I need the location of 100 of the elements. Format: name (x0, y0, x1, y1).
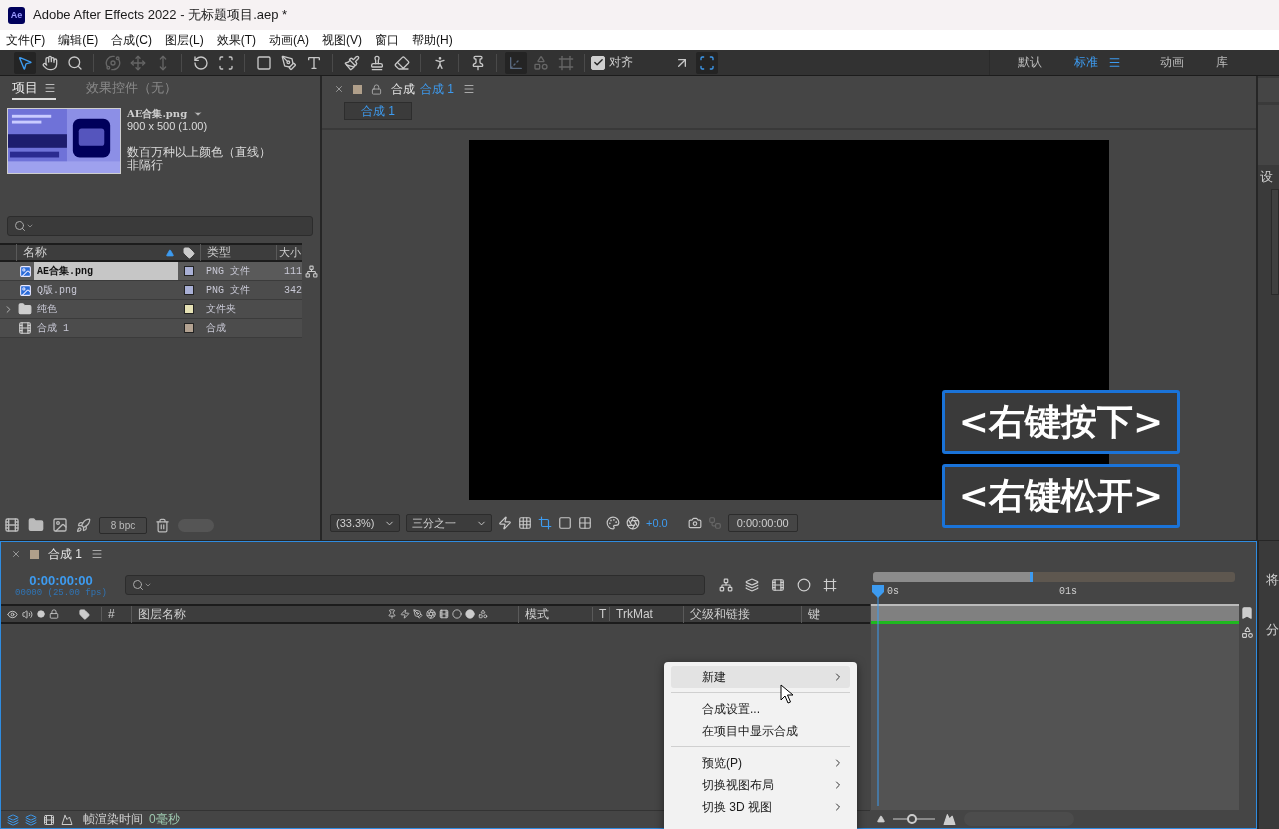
workspace-tab[interactable]: 动画 (1160, 54, 1216, 71)
item-type: 合成 (205, 322, 227, 335)
label-swatch (353, 84, 362, 94)
label-swatch[interactable] (184, 304, 194, 314)
layers-icon[interactable] (745, 578, 759, 592)
panel-tab[interactable]: 项目 (12, 78, 56, 100)
mouse-cursor-icon (780, 684, 796, 704)
lock-icon[interactable] (371, 83, 382, 95)
search-field[interactable] (125, 575, 705, 595)
menu-item[interactable]: 窗口 (375, 31, 399, 49)
column-header[interactable]: 模式 (518, 605, 592, 623)
ruler-label: 01s (1059, 586, 1078, 597)
flowchart-icon[interactable] (719, 578, 733, 592)
marker-icon[interactable] (1240, 606, 1254, 620)
menu-item[interactable]: 在项目中显示合成 (671, 720, 850, 742)
menu-item[interactable]: 图层(L) (165, 31, 204, 49)
column-header[interactable]: 类型 (200, 244, 276, 261)
speaker-icon[interactable] (22, 608, 33, 620)
timecode-field[interactable]: 0:00:00:00 (727, 514, 798, 532)
label-icon[interactable] (79, 608, 90, 620)
resolution-dropdown[interactable]: 三分之一 (406, 514, 492, 532)
camera-icon[interactable] (687, 516, 702, 530)
bit-depth-button[interactable]: 8 bpc (99, 516, 147, 534)
menu-item[interactable]: 动画(A) (269, 31, 309, 49)
eye-icon[interactable] (7, 608, 18, 620)
menu-icon[interactable] (44, 82, 56, 94)
zoom-in-icon[interactable] (943, 812, 956, 826)
menu-item[interactable]: 视图(V) (322, 31, 362, 49)
slider-thumb[interactable] (907, 814, 918, 824)
close-icon[interactable] (11, 549, 21, 559)
menu-item[interactable]: 切换视图布局 (671, 774, 850, 796)
menu-icon[interactable] (1108, 56, 1121, 69)
menu-item[interactable]: 切换 3D 视图 (671, 796, 850, 818)
render-time-value: 0毫秒 (149, 811, 180, 828)
project-item-row[interactable]: 合成 1 合成 (0, 319, 302, 338)
transparency-grid-icon[interactable] (518, 516, 532, 530)
close-icon[interactable] (334, 84, 344, 94)
project-item-row[interactable]: AE合集.png PNG 文件 111 (0, 262, 302, 281)
workspace-tab[interactable]: 默认 (1018, 54, 1074, 71)
menu-item[interactable]: 帮助(H) (412, 31, 453, 49)
folder-icon[interactable] (28, 517, 44, 533)
layers-icon[interactable] (7, 813, 19, 826)
channels-icon[interactable] (606, 516, 620, 530)
menu-item[interactable]: 效果(T) (216, 31, 256, 49)
label-swatch[interactable] (184, 285, 194, 295)
rocket-icon[interactable] (76, 517, 91, 533)
project-item-row[interactable]: 纯色 文件夹 (0, 300, 302, 319)
dropdown-icon[interactable] (193, 109, 204, 119)
workspace-tab[interactable]: 库 (1216, 54, 1272, 71)
dashed-frame-icon[interactable] (695, 51, 718, 74)
column-header[interactable]: 名称 (16, 244, 178, 261)
column-header[interactable]: 键 (801, 605, 851, 623)
label-swatch (30, 549, 39, 559)
image-file-icon (18, 283, 32, 297)
solo-icon[interactable] (37, 610, 45, 618)
label-swatch[interactable] (184, 266, 194, 276)
column-header[interactable]: 大小 (276, 245, 302, 260)
graph-editor-icon[interactable] (823, 578, 837, 592)
viewer-label: 合成 (391, 80, 415, 98)
zoom-out-icon[interactable] (877, 815, 885, 823)
label-swatch[interactable] (184, 323, 194, 333)
timeline-tab[interactable]: 合成 1 (48, 545, 82, 563)
item-name: AE合集.png (34, 262, 178, 280)
column-header[interactable]: 父级和链接 (683, 605, 801, 623)
composition-tab[interactable]: 合成 1 (344, 102, 412, 120)
menu-item[interactable]: 合成设置... (671, 698, 850, 720)
column-header[interactable]: 图层名称 (131, 605, 383, 623)
exposure-icon[interactable] (626, 516, 640, 530)
item-type: PNG 文件 (205, 284, 251, 297)
search-field[interactable] (7, 216, 313, 236)
grid-icon[interactable] (578, 516, 592, 530)
column-header[interactable]: TrkMat (609, 607, 683, 621)
menu-icon[interactable] (91, 548, 103, 560)
zoom-dropdown[interactable]: (33.3%) (330, 514, 400, 532)
item-type: PNG 文件 (205, 265, 251, 278)
menu-item[interactable]: 新建 (671, 666, 850, 688)
trash-icon[interactable] (155, 517, 170, 533)
lock-icon[interactable] (49, 609, 59, 619)
layers-icon[interactable] (25, 813, 37, 826)
menu-icon[interactable] (463, 83, 475, 95)
fast-preview-icon[interactable] (498, 516, 512, 530)
workspace-tab[interactable]: 标准 (1074, 54, 1098, 71)
project-item-row[interactable]: Q版.png PNG 文件 342 (0, 281, 302, 300)
footage-icon[interactable] (4, 517, 20, 533)
menu-item[interactable]: 预览(P) (671, 752, 850, 774)
image-file-icon (18, 264, 32, 278)
dimensions-text: 900 x 500 (1.00) (127, 120, 209, 132)
column-header[interactable]: # (101, 607, 131, 621)
film-icon[interactable] (43, 813, 55, 826)
menu-item[interactable]: 文件(F) (6, 31, 46, 49)
menu-item[interactable]: 合成(C) (111, 31, 152, 49)
hierarchy-icon[interactable] (304, 265, 318, 278)
mountain-icon[interactable] (61, 813, 73, 826)
column-header[interactable]: T (592, 607, 609, 621)
snap-checkbox[interactable] (591, 55, 605, 70)
playhead[interactable] (872, 585, 884, 806)
exposure-value: +0.0 (646, 517, 668, 529)
film-icon[interactable] (771, 578, 785, 592)
arrow-pointer-icon[interactable] (13, 51, 36, 74)
menu-item[interactable]: 编辑(E) (58, 31, 99, 49)
